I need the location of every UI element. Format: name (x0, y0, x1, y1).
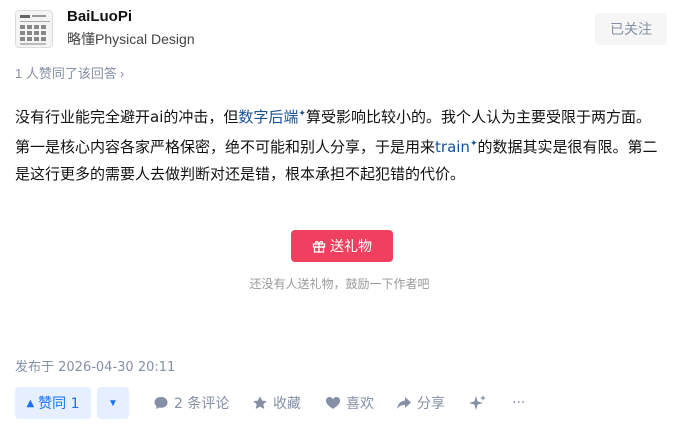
gift-note: 还没有人送礼物，鼓励一下作者吧 (249, 277, 430, 291)
sparkle-icon (469, 395, 486, 410)
follow-button[interactable]: 已关注 (595, 13, 667, 45)
author-headline: 略懂Physical Design (67, 31, 195, 47)
upvote-button[interactable]: ▲ 赞同 1 (15, 387, 91, 419)
downvote-icon: ▼ (108, 397, 118, 409)
chevron-right-icon: › (119, 66, 125, 81)
share-button[interactable]: 分享 (396, 387, 445, 419)
collect-label: 收藏 (273, 396, 301, 412)
send-gift-button[interactable]: 送礼物 (291, 230, 393, 262)
comment-label: 2 条评论 (174, 396, 230, 412)
like-button[interactable]: 喜欢 (325, 387, 374, 419)
share-label: 分享 (417, 396, 445, 412)
keyword-link[interactable]: train (435, 138, 470, 156)
comment-icon (154, 397, 168, 409)
more-button[interactable]: ··· (512, 387, 525, 419)
vote-summary-text: 1 人赞同了该回答 (15, 66, 117, 81)
vote-summary-link[interactable]: 1 人赞同了该回答 › (15, 63, 124, 82)
share-icon (397, 397, 411, 409)
heart-icon (326, 397, 340, 409)
keyword-star-icon: ✦ (298, 109, 306, 119)
answer-header: BaiLuoPi 略懂Physical Design 已关注 (15, 8, 667, 52)
upvote-icon: ▲ (26, 397, 35, 409)
more-icon: ··· (512, 395, 526, 411)
publish-date[interactable]: 发布于 2026-04-30 20:11 (15, 356, 175, 375)
like-label: 喜欢 (346, 396, 374, 412)
keyword-link[interactable]: 数字后端 (238, 108, 298, 126)
content-text: 没有行业能完全避开ai的冲击，但 (15, 108, 239, 126)
collect-button[interactable]: 收藏 (252, 387, 301, 419)
ai-assist-button[interactable] (469, 387, 492, 419)
action-bar: ▲ 赞同 1 ▼ 2 条评论 收藏 喜欢 分享 ··· (15, 387, 667, 419)
star-icon (253, 396, 267, 409)
comment-button[interactable]: 2 条评论 (153, 387, 229, 419)
downvote-button[interactable]: ▼ (97, 387, 129, 419)
avatar-image (16, 11, 52, 47)
author-name[interactable]: BaiLuoPi (67, 8, 132, 25)
avatar[interactable] (15, 10, 53, 48)
answer-content: 没有行业能完全避开ai的冲击，但数字后端✦算受影响比较小的。我个人认为主要受限于… (15, 101, 665, 188)
gift-label: 送礼物 (330, 239, 372, 255)
upvote-label: 赞同 1 (38, 396, 80, 412)
gift-icon (312, 241, 326, 253)
